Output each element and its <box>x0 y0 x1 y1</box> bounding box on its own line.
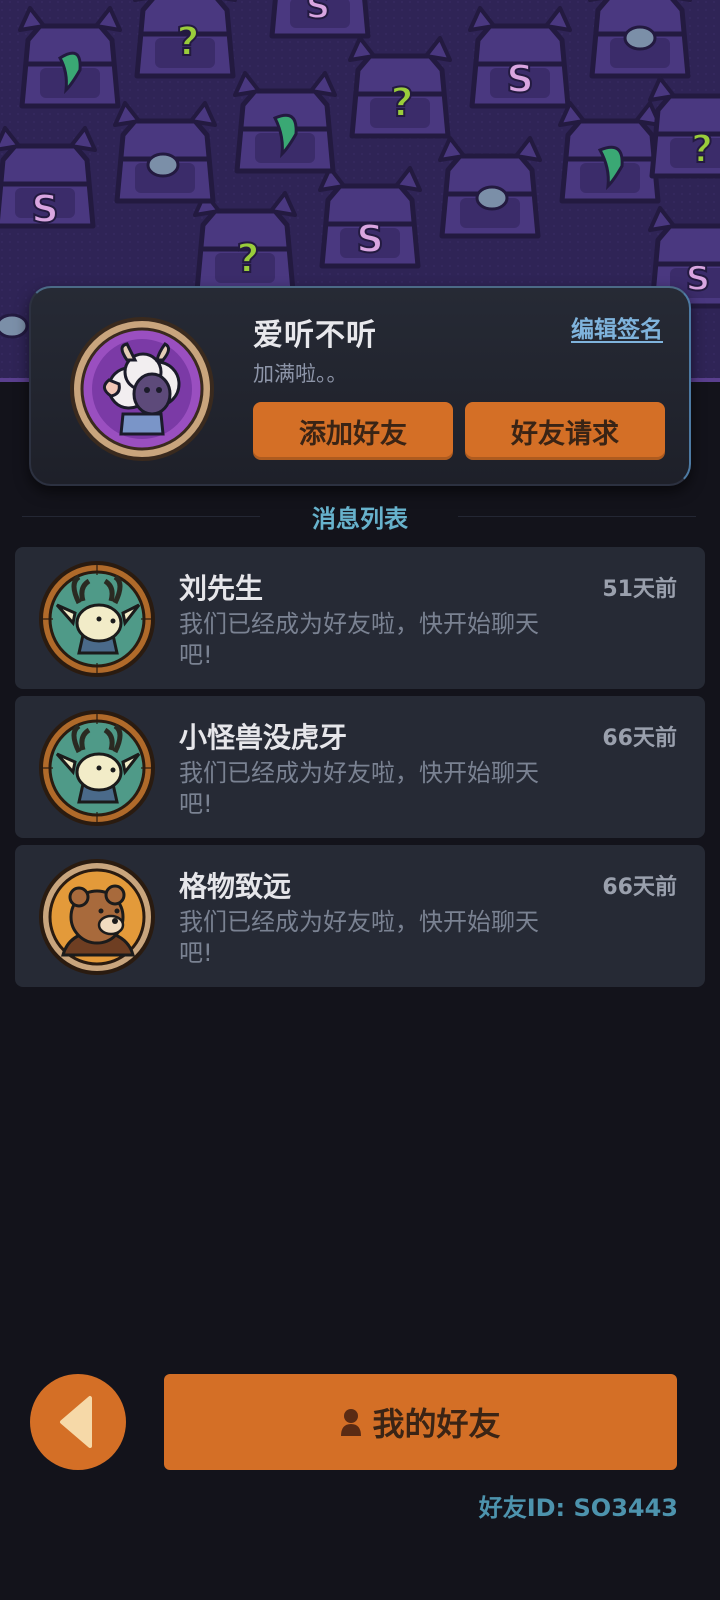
sheep-avatar-icon[interactable] <box>69 316 215 462</box>
message-list-title: 消息列表 <box>312 505 408 533</box>
message-preview: 我们已经成为好友啦，快开始聊天吧! <box>179 908 539 967</box>
person-icon <box>340 1408 362 1436</box>
svg-text:S: S <box>686 259 711 299</box>
svg-text:?: ? <box>236 236 259 282</box>
deer-avatar-icon <box>39 561 155 677</box>
friend-request-button[interactable]: 好友请求 <box>465 402 665 460</box>
profile-card: 爱听不听 加满啦。。 编辑签名 添加好友 好友请求 <box>29 286 691 486</box>
message-sender-name: 小怪兽没虎牙 <box>179 721 348 754</box>
svg-text:S: S <box>31 187 58 231</box>
svg-text:?: ? <box>691 127 713 171</box>
back-button[interactable] <box>30 1374 126 1470</box>
svg-text:?: ? <box>390 80 413 126</box>
message-sender-name: 格物致远 <box>179 870 292 903</box>
friend-id-text: 好友ID: SO3443 <box>478 1494 678 1522</box>
svg-text:S: S <box>506 57 533 101</box>
message-preview: 我们已经成为好友啦，快开始聊天吧! <box>179 610 539 669</box>
deer-avatar-icon <box>39 710 155 826</box>
my-friends-label: 我的好友 <box>372 1405 501 1443</box>
bear-avatar-icon <box>39 859 155 975</box>
message-preview: 我们已经成为好友啦，快开始聊天吧! <box>179 759 539 818</box>
message-time: 66天前 <box>602 875 677 900</box>
svg-text:?: ? <box>176 19 199 65</box>
add-friend-button[interactable]: 添加好友 <box>253 402 453 460</box>
message-sender-name: 刘先生 <box>179 572 264 605</box>
back-arrow-icon <box>58 1394 98 1450</box>
my-friends-button[interactable]: 我的好友 <box>164 1374 677 1470</box>
edit-signature-link[interactable]: 编辑签名 <box>571 310 663 344</box>
profile-name: 爱听不听 <box>253 318 377 353</box>
message-item[interactable]: 格物致远 我们已经成为好友啦，快开始聊天吧! 66天前 <box>15 845 705 987</box>
svg-text:S: S <box>306 0 331 27</box>
message-time: 66天前 <box>602 726 677 751</box>
message-item[interactable]: 小怪兽没虎牙 我们已经成为好友啦，快开始聊天吧! 66天前 <box>15 696 705 838</box>
message-time: 51天前 <box>602 577 677 602</box>
svg-text:S: S <box>356 217 383 261</box>
message-item[interactable]: 刘先生 我们已经成为好友啦，快开始聊天吧! 51天前 <box>15 547 705 689</box>
profile-signature: 加满啦。。 <box>253 362 348 386</box>
